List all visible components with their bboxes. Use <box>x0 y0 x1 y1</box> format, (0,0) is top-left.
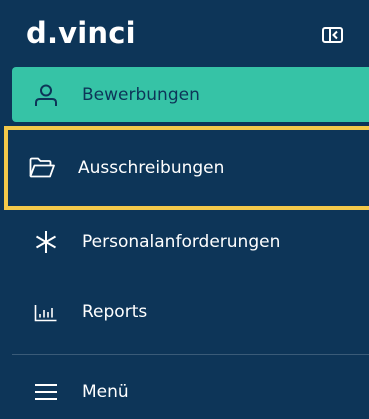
asterisk-icon <box>32 228 60 256</box>
nav-item-bewerbungen[interactable]: Bewerbungen <box>12 67 369 122</box>
divider <box>12 354 369 355</box>
folder-open-icon <box>28 154 56 182</box>
nav-item-personalanforderungen[interactable]: Personalanforderungen <box>12 214 369 270</box>
sidebar: d.vinci Bewerbungen Ausschreibungen Pers… <box>0 0 369 419</box>
hamburger-icon <box>32 378 60 406</box>
menu-button[interactable]: Menü <box>12 366 369 418</box>
nav-item-label: Bewerbungen <box>82 84 200 105</box>
menu-label: Menü <box>82 382 129 402</box>
collapse-sidebar-icon <box>322 27 343 43</box>
brand-row: d.vinci <box>0 0 369 60</box>
nav-item-label: Personalanforderungen <box>82 232 281 252</box>
nav-item-ausschreibungen[interactable]: Ausschreibungen <box>4 126 369 210</box>
nav-item-reports[interactable]: Reports <box>12 284 369 340</box>
logo: d.vinci <box>26 16 136 50</box>
bar-chart-icon <box>32 298 60 326</box>
nav-item-label: Ausschreibungen <box>78 158 225 178</box>
user-icon <box>32 81 60 109</box>
nav-item-label: Reports <box>82 302 148 322</box>
collapse-sidebar-button[interactable] <box>322 27 343 43</box>
